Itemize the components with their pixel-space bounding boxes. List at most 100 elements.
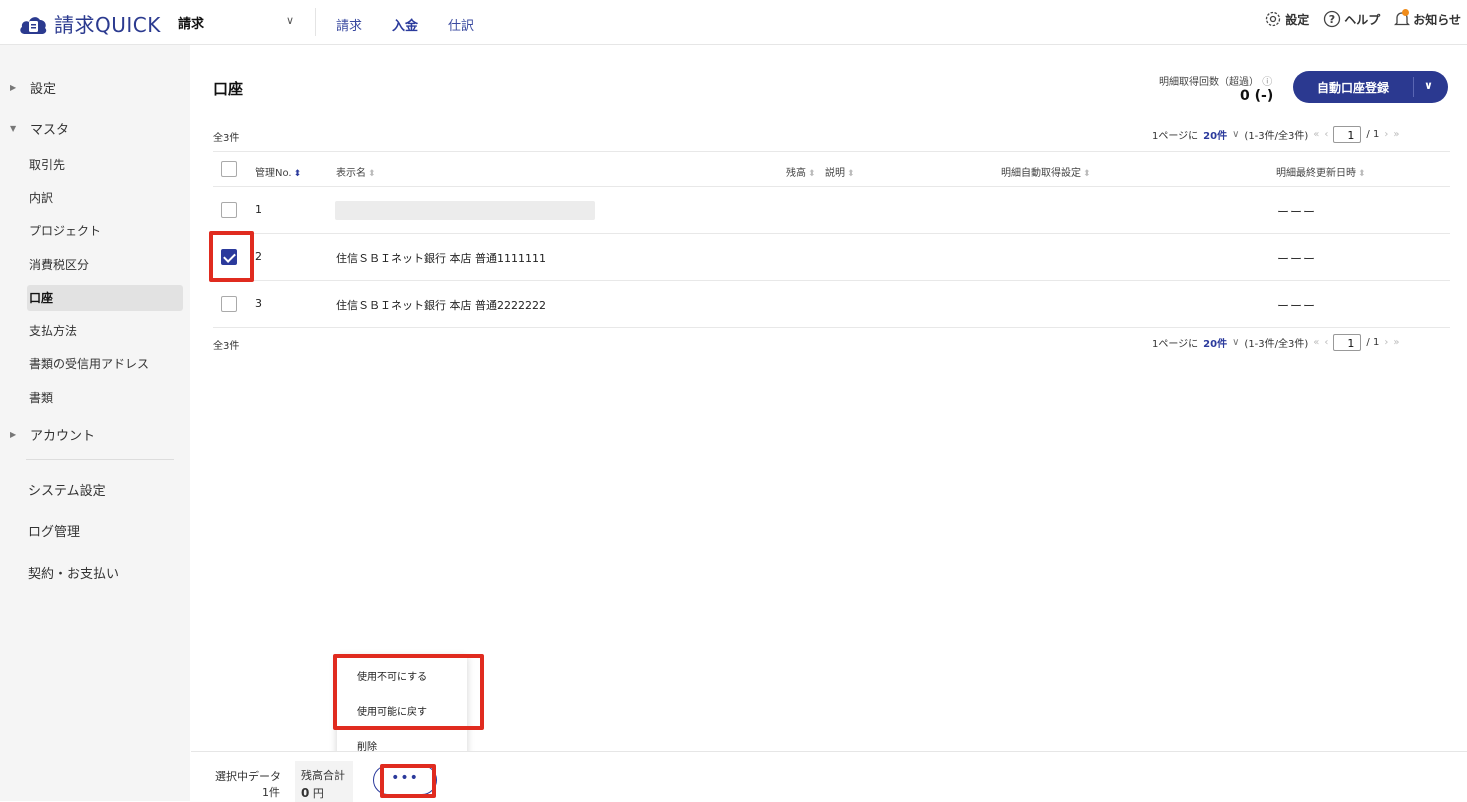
chevron-down-icon: ∨ xyxy=(286,14,295,27)
cloud-document-icon xyxy=(20,16,47,34)
prev-page-icon[interactable]: ‹ xyxy=(1324,129,1328,140)
header-actions: 設定 ? ヘルプ お知らせ xyxy=(1264,9,1461,28)
sidebar-item-documents[interactable]: 書類 xyxy=(27,385,183,411)
sidebar-divider xyxy=(26,459,174,460)
sort-icon: ⬍ xyxy=(1083,169,1091,179)
select-all-checkbox[interactable] xyxy=(221,161,237,177)
row-checkbox[interactable] xyxy=(221,296,237,312)
column-header-no[interactable]: 管理No. ⬍ xyxy=(255,164,301,179)
info-icon[interactable]: ⓘ xyxy=(1262,77,1272,88)
balance-value: 0 円 xyxy=(301,785,324,801)
first-page-icon[interactable]: « xyxy=(1313,129,1319,140)
total-count: 全3件 xyxy=(213,133,240,144)
page-input[interactable]: 1 xyxy=(1333,126,1362,143)
top-nav: 請求 入金 仕訳 xyxy=(336,15,474,34)
sidebar-item-system-settings[interactable]: システム設定 xyxy=(28,480,106,499)
caret-right-icon: ▶ xyxy=(10,83,17,92)
next-page-icon[interactable]: › xyxy=(1384,337,1388,348)
next-page-icon[interactable]: › xyxy=(1384,129,1388,140)
sort-icon: ⬍ xyxy=(847,169,855,179)
brand-name: 請求QUICK xyxy=(54,13,161,37)
sidebar-item-project[interactable]: プロジェクト xyxy=(27,218,183,244)
brand-logo[interactable]: 請求QUICK xyxy=(18,9,161,38)
sidebar-item-contract[interactable]: 契約・お支払い xyxy=(28,563,119,582)
sidebar-item-accounts[interactable]: 口座 xyxy=(27,285,183,311)
page-total: / 1 xyxy=(1366,129,1380,140)
sidebar-group-label: マスタ xyxy=(30,123,70,138)
column-header-description[interactable]: 説明 ⬍ xyxy=(825,164,855,179)
prev-page-icon[interactable]: ‹ xyxy=(1324,337,1328,348)
table-header-row: 管理No. ⬍ 表示名 ⬍ 残高 ⬍ 説明 ⬍ 明細自動取得設定 ⬍ 明細最終更新日時 ⬍ xyxy=(213,151,1450,187)
range-text: (1-3件/全3件) xyxy=(1244,131,1309,142)
auto-register-button[interactable]: 自動口座登録 ∨ xyxy=(1293,71,1448,103)
per-page-select[interactable]: 20件 xyxy=(1203,335,1227,350)
top-header: 請求QUICK 請求 ∨ 請求 入金 仕訳 設定 ? ヘルプ お知らせ xyxy=(0,0,1467,45)
column-header-auto-fetch[interactable]: 明細自動取得設定 ⬍ xyxy=(1001,164,1091,179)
range-text: (1-3件/全3件) xyxy=(1244,339,1309,350)
help-icon: ? xyxy=(1324,10,1341,28)
highlight-menu xyxy=(333,654,484,730)
table-row[interactable]: 1 ーーー xyxy=(213,186,1450,234)
column-label: 表示名 xyxy=(336,168,366,179)
sidebar-item-tax[interactable]: 消費税区分 xyxy=(27,252,183,278)
sidebar: ▶ 設定 ▼ マスタ 取引先 内訳 プロジェクト 消費税区分 口座 支払方法 書… xyxy=(0,45,190,801)
sidebar-item-payment-method[interactable]: 支払方法 xyxy=(27,318,183,344)
button-split-divider xyxy=(1413,77,1414,97)
first-page-icon[interactable]: « xyxy=(1313,337,1319,348)
sidebar-item-doc-address[interactable]: 書類の受信用アドレス xyxy=(27,351,183,377)
help-label: ヘルプ xyxy=(1344,12,1381,27)
row-checkbox[interactable] xyxy=(221,202,237,218)
sort-icon: ⬍ xyxy=(808,169,816,179)
sidebar-item-partners[interactable]: 取引先 xyxy=(27,152,183,178)
svg-text:?: ? xyxy=(1329,13,1335,26)
row-name[interactable]: 住信ＳＢＩネット銀行 本店 普通1111111 xyxy=(336,250,546,266)
chevron-down-icon[interactable]: ∨ xyxy=(1232,337,1239,348)
column-label: 管理No. xyxy=(255,168,292,179)
row-last-update: ーーー xyxy=(1277,299,1317,313)
page-input[interactable]: 1 xyxy=(1333,334,1362,351)
sort-icon: ⬍ xyxy=(1358,169,1366,179)
notice-link[interactable]: お知らせ xyxy=(1394,9,1461,28)
sidebar-group-master[interactable]: ▼ マスタ xyxy=(10,119,69,138)
column-header-name[interactable]: 表示名 ⬍ xyxy=(336,164,376,179)
selected-label: 選択中データ xyxy=(215,770,281,783)
per-page-select[interactable]: 20件 xyxy=(1203,127,1227,142)
balance-label: 残高合計 xyxy=(301,769,345,782)
gear-icon xyxy=(1266,11,1281,27)
notice-label: お知らせ xyxy=(1413,12,1461,27)
sidebar-item-log[interactable]: ログ管理 xyxy=(28,521,80,540)
sidebar-item-breakdown[interactable]: 内訳 xyxy=(27,185,183,211)
column-header-last-update[interactable]: 明細最終更新日時 ⬍ xyxy=(1276,164,1366,179)
chevron-down-icon[interactable]: ∨ xyxy=(1232,129,1239,140)
fetch-count-value: 0 (-) xyxy=(1240,88,1274,104)
settings-link[interactable]: 設定 xyxy=(1264,10,1309,28)
table-row[interactable]: 2 住信ＳＢＩネット銀行 本店 普通1111111 ーーー xyxy=(213,233,1450,281)
table-row[interactable]: 3 住信ＳＢＩネット銀行 本店 普通2222222 ーーー xyxy=(213,280,1450,328)
sidebar-group-label: アカウント xyxy=(30,429,96,444)
selected-count: 1件 xyxy=(262,786,280,799)
per-page-prefix: 1ページに xyxy=(1152,339,1199,350)
chevron-down-icon[interactable]: ∨ xyxy=(1424,79,1433,92)
caret-right-icon: ▶ xyxy=(10,430,17,439)
sidebar-group-settings[interactable]: ▶ 設定 xyxy=(10,78,56,97)
nav-invoice[interactable]: 請求 xyxy=(336,15,362,34)
row-name[interactable]: 住信ＳＢＩネット銀行 本店 普通2222222 xyxy=(336,297,546,313)
balance-unit: 円 xyxy=(312,787,324,800)
balance-summary: 残高合計 0 円 xyxy=(295,761,353,802)
column-label: 明細最終更新日時 xyxy=(1276,168,1356,179)
nav-payment[interactable]: 入金 xyxy=(392,15,418,34)
nav-journal[interactable]: 仕訳 xyxy=(448,15,474,34)
service-select[interactable]: 請求 ∨ xyxy=(178,13,298,32)
fetch-count-label: 明細取得回数（超過） ⓘ xyxy=(1159,73,1272,88)
row-last-update: ーーー xyxy=(1277,205,1317,219)
help-link[interactable]: ? ヘルプ xyxy=(1323,10,1380,28)
total-count-bottom: 全3件 xyxy=(213,341,240,352)
highlight-more-button xyxy=(380,764,436,798)
sort-icon: ⬍ xyxy=(368,169,376,179)
fetch-count-text: 明細取得回数（超過） xyxy=(1159,77,1259,88)
column-header-balance[interactable]: 残高 ⬍ xyxy=(786,164,816,179)
sidebar-group-account[interactable]: ▶ アカウント xyxy=(10,425,95,444)
row-last-update: ーーー xyxy=(1277,252,1317,266)
last-page-icon[interactable]: » xyxy=(1393,337,1399,348)
last-page-icon[interactable]: » xyxy=(1393,129,1399,140)
